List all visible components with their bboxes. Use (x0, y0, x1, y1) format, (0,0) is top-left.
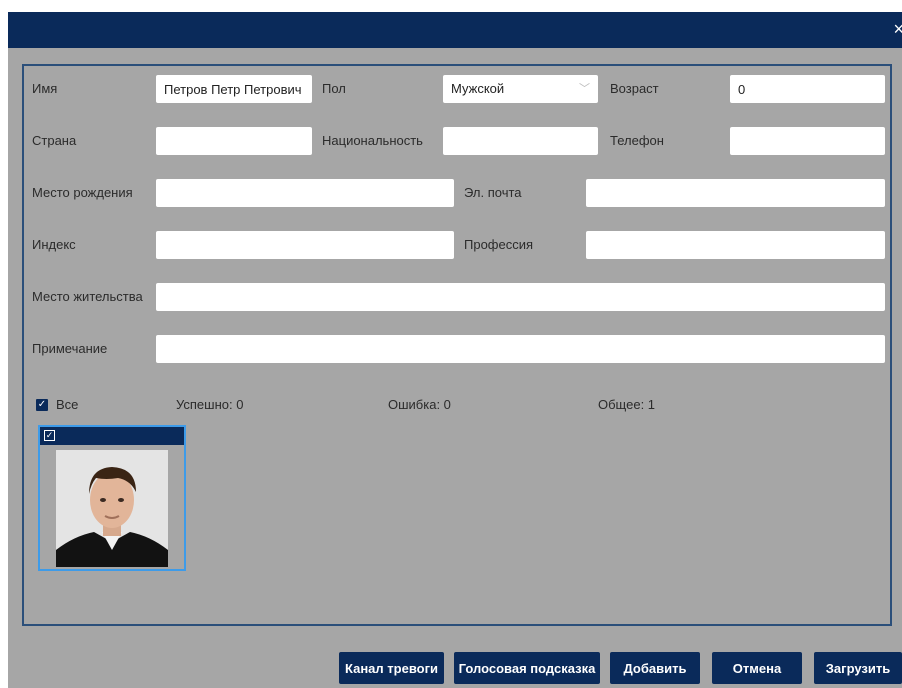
residence-input[interactable] (156, 283, 885, 311)
country-input[interactable] (156, 127, 312, 155)
age-label: Возраст (610, 81, 659, 96)
nationality-label: Национальность (322, 133, 423, 148)
upload-button[interactable]: Загрузить (814, 652, 902, 684)
cancel-button[interactable]: Отмена (712, 652, 802, 684)
face-photo (56, 450, 168, 567)
voice-prompt-button[interactable]: Голосовая подсказка (454, 652, 600, 684)
select-all-checkbox[interactable]: ✓ (36, 399, 48, 411)
residence-label: Место жительства (32, 289, 143, 304)
birthplace-label: Место рождения (32, 185, 133, 200)
dialog-titlebar: × (8, 12, 902, 48)
phone-input[interactable] (730, 127, 885, 155)
zip-label: Индекс (32, 237, 76, 252)
add-person-dialog: × Имя Пол Мужской ﹀ Возраст Страна Нацио… (8, 12, 902, 688)
gender-select[interactable]: Мужской ﹀ (443, 75, 598, 103)
profession-label: Профессия (464, 237, 534, 252)
age-input[interactable] (730, 75, 885, 103)
total-count: Общее: 1 (598, 397, 656, 412)
profession-input[interactable] (586, 231, 885, 259)
gender-label: Пол (322, 81, 346, 96)
name-input[interactable] (156, 75, 312, 103)
close-icon[interactable]: × (893, 19, 902, 39)
alarm-channel-button[interactable]: Канал тревоги (339, 652, 444, 684)
thumbnail-header: ✓ (40, 427, 184, 445)
note-input[interactable] (156, 335, 885, 363)
error-count: Ошибка: 0 (388, 397, 451, 412)
name-label: Имя (32, 81, 58, 96)
photo-thumbnail[interactable]: ✓ (38, 425, 186, 571)
gender-selected-value: Мужской (451, 81, 505, 96)
note-label: Примечание (32, 341, 108, 356)
person-portrait-icon (56, 450, 168, 567)
birthplace-input[interactable] (156, 179, 454, 207)
thumbnail-checkbox[interactable]: ✓ (44, 430, 55, 441)
phone-label: Телефон (610, 133, 664, 148)
country-label: Страна (32, 133, 77, 148)
nationality-input[interactable] (443, 127, 598, 155)
zip-input[interactable] (156, 231, 454, 259)
select-all-label: Все (56, 397, 79, 412)
email-input[interactable] (586, 179, 885, 207)
add-button[interactable]: Добавить (610, 652, 700, 684)
email-label: Эл. почта (464, 185, 522, 200)
success-count: Успешно: 0 (176, 397, 244, 412)
chevron-down-icon: ﹀ (579, 83, 590, 95)
